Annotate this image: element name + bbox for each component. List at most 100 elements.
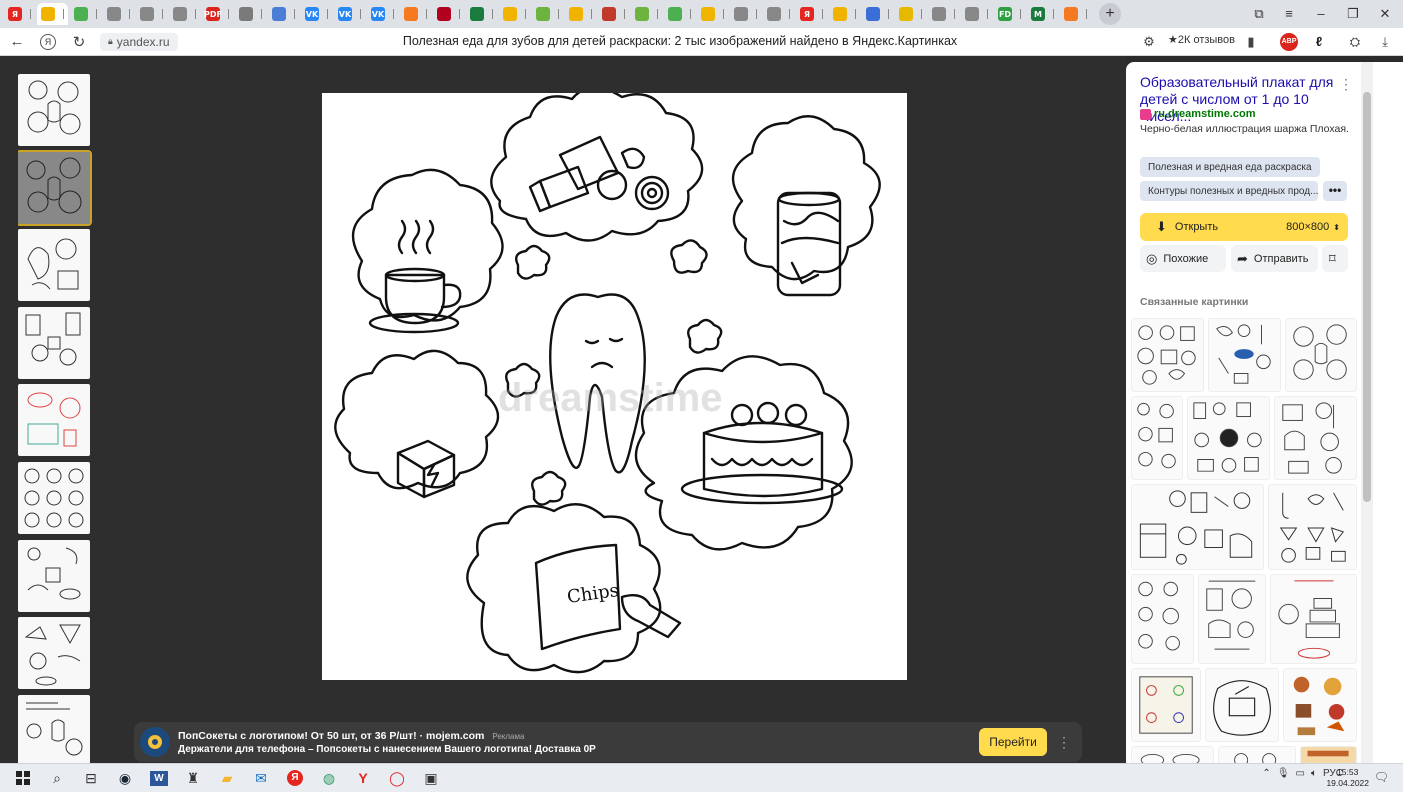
browser-tab[interactable]: VK xyxy=(367,3,398,25)
browser-tab[interactable]: VK xyxy=(334,3,365,25)
browser-tab[interactable] xyxy=(70,3,101,25)
page-scrollbar[interactable] xyxy=(1373,62,1403,763)
reload-icon[interactable]: ↻ xyxy=(68,31,90,53)
menu-icon[interactable]: ≡ xyxy=(1274,4,1304,24)
tray-up-arrow-icon[interactable]: ⌃ xyxy=(1262,768,1270,779)
browser-tab[interactable] xyxy=(400,3,431,25)
browser-tab[interactable] xyxy=(532,3,563,25)
browser-tab[interactable] xyxy=(730,3,761,25)
more-options-icon[interactable]: ⋮ xyxy=(1339,76,1353,93)
related-image[interactable] xyxy=(1131,746,1214,763)
yandex-icon[interactable]: Y xyxy=(350,765,376,791)
browser-tab[interactable] xyxy=(961,3,992,25)
translate-icon[interactable]: ⚙ xyxy=(1140,33,1158,51)
panel-scrollbar[interactable] xyxy=(1361,62,1373,763)
download-icon[interactable]: ⤓ xyxy=(1376,33,1394,51)
related-image[interactable] xyxy=(1198,574,1266,664)
related-image[interactable] xyxy=(1131,668,1201,742)
similar-button[interactable]: ◎ Похожие xyxy=(1140,245,1226,272)
open-image-button[interactable]: ⬇ Открыть 800×800 ⬍ xyxy=(1140,213,1348,241)
browser-tab[interactable] xyxy=(664,3,695,25)
browser-tab[interactable] xyxy=(631,3,662,25)
steam-icon[interactable]: ◉ xyxy=(112,765,138,791)
microphone-icon[interactable]: 🎙︎ xyxy=(1277,768,1290,779)
browser-tab[interactable] xyxy=(697,3,728,25)
related-image[interactable] xyxy=(1131,484,1264,570)
edge-icon[interactable]: ◍ xyxy=(316,765,342,791)
browser-tab[interactable] xyxy=(235,3,266,25)
thumbnail[interactable] xyxy=(18,617,90,690)
browser-tab[interactable] xyxy=(103,3,134,25)
new-tab-button[interactable]: + xyxy=(1099,3,1121,25)
game-icon[interactable]: ♜ xyxy=(180,765,206,791)
related-image[interactable] xyxy=(1131,318,1204,392)
volume-icon[interactable]: 🔈︎ xyxy=(1311,768,1317,779)
browser-tab[interactable] xyxy=(895,3,926,25)
related-image[interactable] xyxy=(1268,484,1357,570)
screen-app-icon[interactable]: ▣ xyxy=(418,765,444,791)
panel-scroll-thumb[interactable] xyxy=(1363,92,1371,502)
browser-tab[interactable] xyxy=(1060,3,1091,25)
windows-start-icon[interactable] xyxy=(10,765,36,791)
related-image[interactable] xyxy=(1274,396,1357,480)
thumbnail[interactable] xyxy=(18,461,90,534)
browser-tab[interactable] xyxy=(829,3,860,25)
browser-tab[interactable] xyxy=(862,3,893,25)
browser-tab[interactable] xyxy=(565,3,596,25)
ad-more-icon[interactable]: ⋮ xyxy=(1054,730,1074,754)
ad-banner[interactable]: ПопСокеты с логотипом! От 50 шт, от 36 Р… xyxy=(134,722,1082,762)
yandex-browser-icon[interactable]: Я xyxy=(282,765,308,791)
browser-tab[interactable] xyxy=(598,3,629,25)
related-image[interactable] xyxy=(1131,574,1194,664)
ad-title-text[interactable]: ПопСокеты с логотипом! От 50 шт, от 36 Р… xyxy=(178,730,484,742)
ad-title[interactable]: ПопСокеты с логотипом! От 50 шт, от 36 Р… xyxy=(178,730,596,742)
browser-tab[interactable]: M xyxy=(1027,3,1058,25)
related-image[interactable] xyxy=(1218,746,1296,763)
browser-tab[interactable] xyxy=(928,3,959,25)
bookmark-icon[interactable]: ▮ xyxy=(1242,33,1260,51)
browser-tab[interactable]: VK xyxy=(301,3,332,25)
task-view-icon[interactable]: ⊟ xyxy=(78,765,104,791)
mail-icon[interactable]: ✉ xyxy=(248,765,274,791)
window-close-button[interactable]: ✕ xyxy=(1370,4,1400,24)
thumbnail[interactable] xyxy=(18,306,90,379)
chips-more-button[interactable]: ••• xyxy=(1323,181,1347,201)
maximize-button[interactable]: ❐ xyxy=(1338,4,1368,24)
related-image[interactable] xyxy=(1285,318,1357,392)
related-image[interactable] xyxy=(1131,396,1183,480)
thumbnail[interactable] xyxy=(18,539,90,612)
thumbnail[interactable] xyxy=(18,694,90,764)
ad-go-button[interactable]: Перейти xyxy=(979,728,1047,756)
source-domain[interactable]: ru.dreamstime.com xyxy=(1154,108,1255,120)
related-image[interactable] xyxy=(1208,318,1281,392)
size-selector[interactable]: 800×800 ⬍ xyxy=(1286,221,1340,233)
browser-tab[interactable]: PDF xyxy=(202,3,233,25)
thumbnail[interactable] xyxy=(18,74,90,146)
tag-chip[interactable]: Контуры полезных и вредных прод... xyxy=(1140,181,1318,201)
related-image[interactable] xyxy=(1205,668,1279,742)
browser-tab[interactable]: Я xyxy=(4,3,35,25)
extension-icon[interactable]: ℓ xyxy=(1310,33,1328,51)
save-bookmark-button[interactable]: ⌑ xyxy=(1322,245,1348,272)
browser-tab[interactable]: FD xyxy=(994,3,1025,25)
related-image[interactable] xyxy=(1283,668,1357,742)
minimize-button[interactable]: – xyxy=(1306,4,1336,24)
url-field[interactable]: 🔒︎ yandex.ru xyxy=(100,32,178,51)
browser-tab[interactable] xyxy=(763,3,794,25)
thumbnail[interactable] xyxy=(18,229,90,302)
folder-icon[interactable]: ▰ xyxy=(214,765,240,791)
share-button[interactable]: ➦ Отправить xyxy=(1231,245,1318,272)
network-icon[interactable]: ▭ xyxy=(1296,768,1305,779)
source-link[interactable]: ru.dreamstime.com xyxy=(1140,108,1255,120)
adblock-icon[interactable]: ABP xyxy=(1280,33,1298,51)
clock[interactable]: 15:53 19.04.2022 xyxy=(1326,767,1369,789)
tag-chip[interactable]: Полезная и вредная еда раскраска xyxy=(1140,157,1320,177)
related-image[interactable] xyxy=(1300,746,1357,763)
thumbnail-selected[interactable] xyxy=(18,149,92,226)
related-image[interactable] xyxy=(1270,574,1357,664)
yandex-protect-icon[interactable]: Я xyxy=(40,33,56,50)
puzzle-icon[interactable]: ⛭ xyxy=(1346,33,1364,51)
browser-tab[interactable] xyxy=(499,3,530,25)
browser-tab[interactable] xyxy=(169,3,200,25)
browser-tab[interactable] xyxy=(433,3,464,25)
